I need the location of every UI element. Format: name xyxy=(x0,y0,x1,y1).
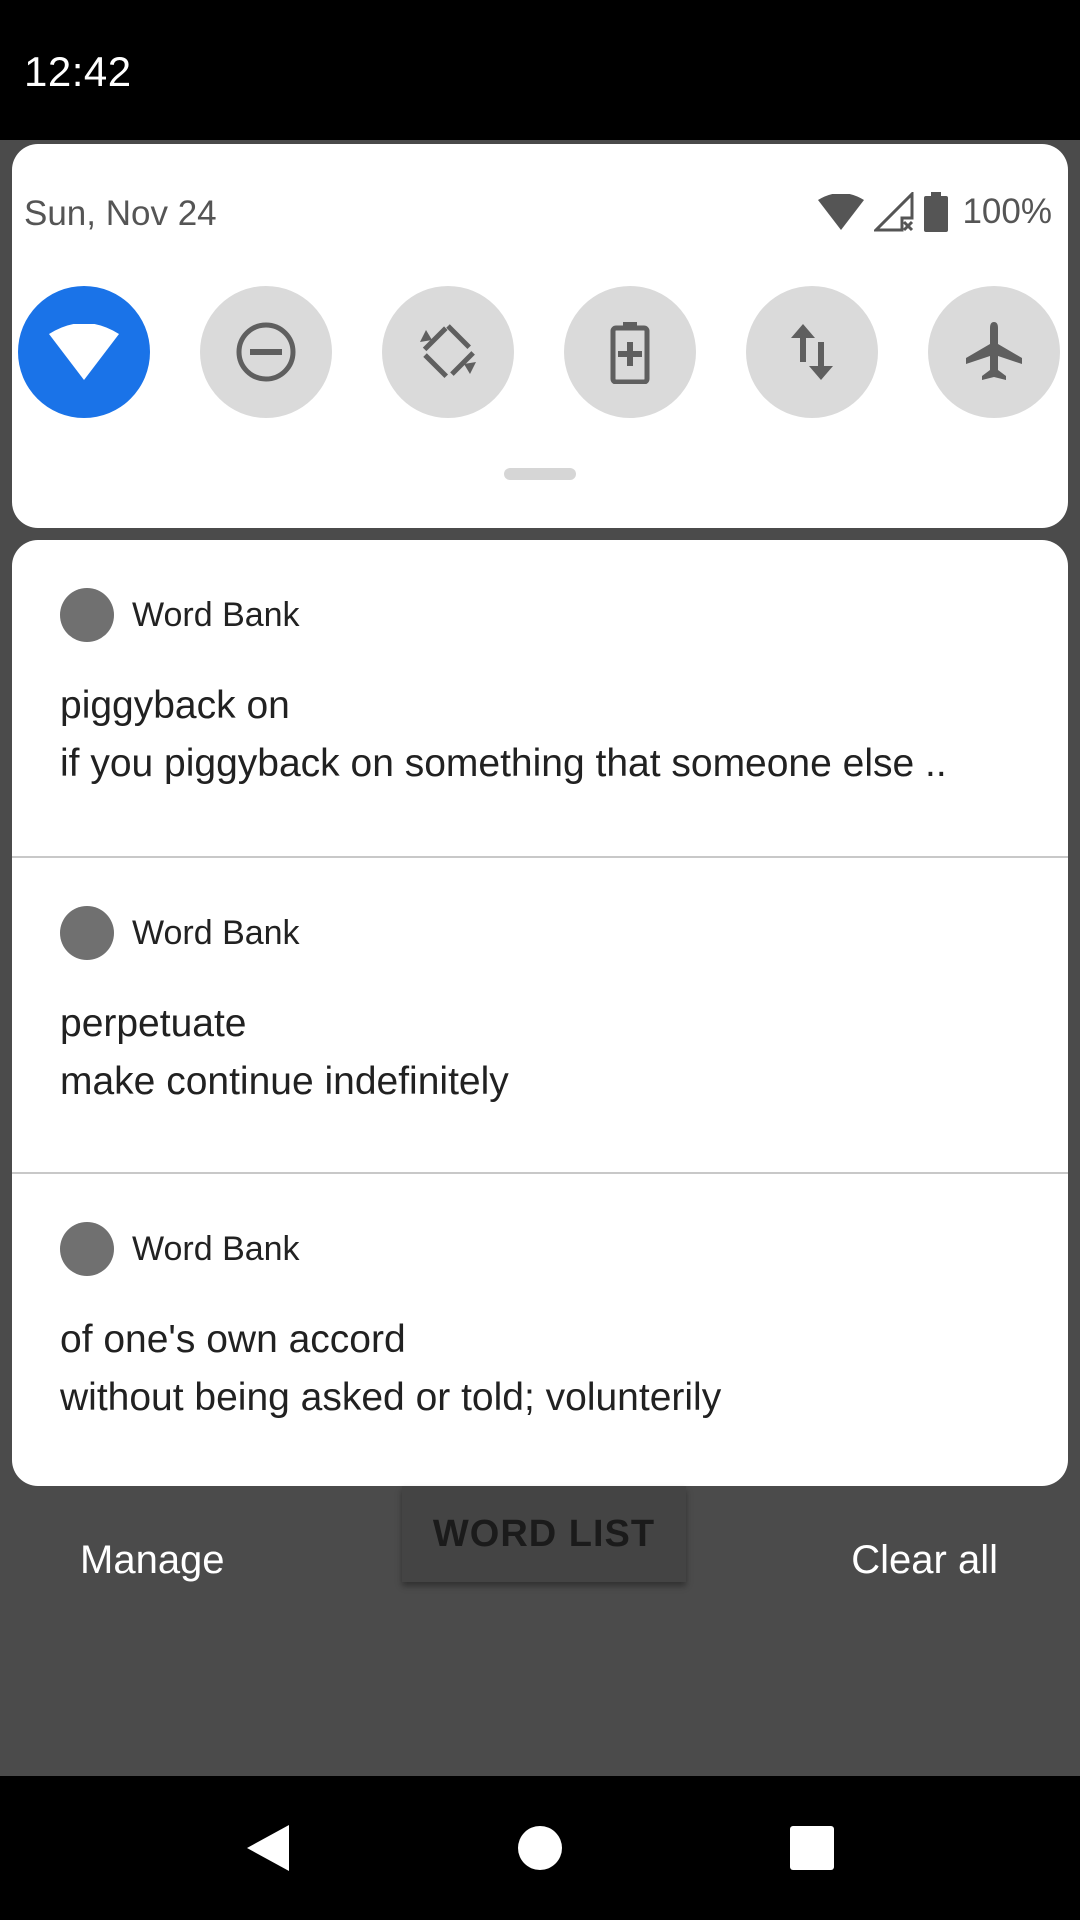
tile-auto-rotate[interactable] xyxy=(382,286,514,418)
battery-icon xyxy=(924,192,949,232)
tile-wifi[interactable] xyxy=(18,286,150,418)
notification-text: make continue indefinitely xyxy=(60,1060,509,1103)
status-icons: 100% xyxy=(818,190,1052,234)
auto-rotate-icon xyxy=(418,322,478,382)
clock: 12:42 xyxy=(24,48,132,95)
panel-drag-handle[interactable] xyxy=(504,468,576,480)
notification-app-name: Word Bank xyxy=(132,1230,300,1268)
navigation-bar xyxy=(0,1776,1080,1920)
notification-item[interactable]: Word Bank perpetuate make continue indef… xyxy=(12,856,1068,1172)
notification-app-name: Word Bank xyxy=(132,596,300,634)
screen: 12:42 Sun, Nov 24 100% Word Bank piggyba… xyxy=(0,0,1080,1920)
notification-item[interactable]: Word Bank of one's own accord without be… xyxy=(12,1172,1068,1486)
notification-list: Word Bank piggyback on if you piggyback … xyxy=(12,540,1068,1486)
airplane-icon xyxy=(966,322,1022,380)
notification-text: without being asked or told; volunterily xyxy=(60,1376,722,1419)
home-icon xyxy=(518,1826,562,1870)
tile-do-not-disturb[interactable] xyxy=(200,286,332,418)
notification-title: perpetuate xyxy=(60,1002,247,1045)
app-icon xyxy=(60,1222,114,1276)
app-icon xyxy=(60,588,114,642)
quick-settings-panel: Sun, Nov 24 100% xyxy=(12,144,1068,528)
date-label: Sun, Nov 24 xyxy=(24,194,217,233)
battery-percent: 100% xyxy=(962,192,1052,231)
word-list-button[interactable]: WORD LIST xyxy=(402,1486,686,1582)
notification-app-name: Word Bank xyxy=(132,914,300,952)
cellular-signal-icon xyxy=(874,192,914,232)
tile-mobile-data[interactable] xyxy=(746,286,878,418)
status-bar: 12:42 xyxy=(0,0,1080,140)
recents-button[interactable] xyxy=(784,1820,840,1876)
do-not-disturb-icon xyxy=(236,322,296,382)
tile-battery-saver[interactable] xyxy=(564,286,696,418)
mobile-data-icon xyxy=(791,324,833,380)
app-icon xyxy=(60,906,114,960)
wifi-icon xyxy=(49,324,119,380)
clear-all-button[interactable]: Clear all xyxy=(851,1538,998,1583)
notification-title: of one's own accord xyxy=(60,1318,406,1361)
home-button[interactable] xyxy=(512,1820,568,1876)
tile-airplane-mode[interactable] xyxy=(928,286,1060,418)
back-button[interactable] xyxy=(240,1820,296,1876)
back-icon xyxy=(247,1825,289,1871)
quick-tiles-row xyxy=(18,286,1068,418)
battery-saver-icon xyxy=(610,322,650,384)
manage-button[interactable]: Manage xyxy=(80,1538,225,1583)
notification-item[interactable]: Word Bank piggyback on if you piggyback … xyxy=(12,540,1068,856)
recents-icon xyxy=(790,1826,834,1870)
notification-text: if you piggyback on something that someo… xyxy=(60,742,947,785)
notification-title: piggyback on xyxy=(60,684,290,727)
wifi-signal-icon xyxy=(818,194,865,230)
